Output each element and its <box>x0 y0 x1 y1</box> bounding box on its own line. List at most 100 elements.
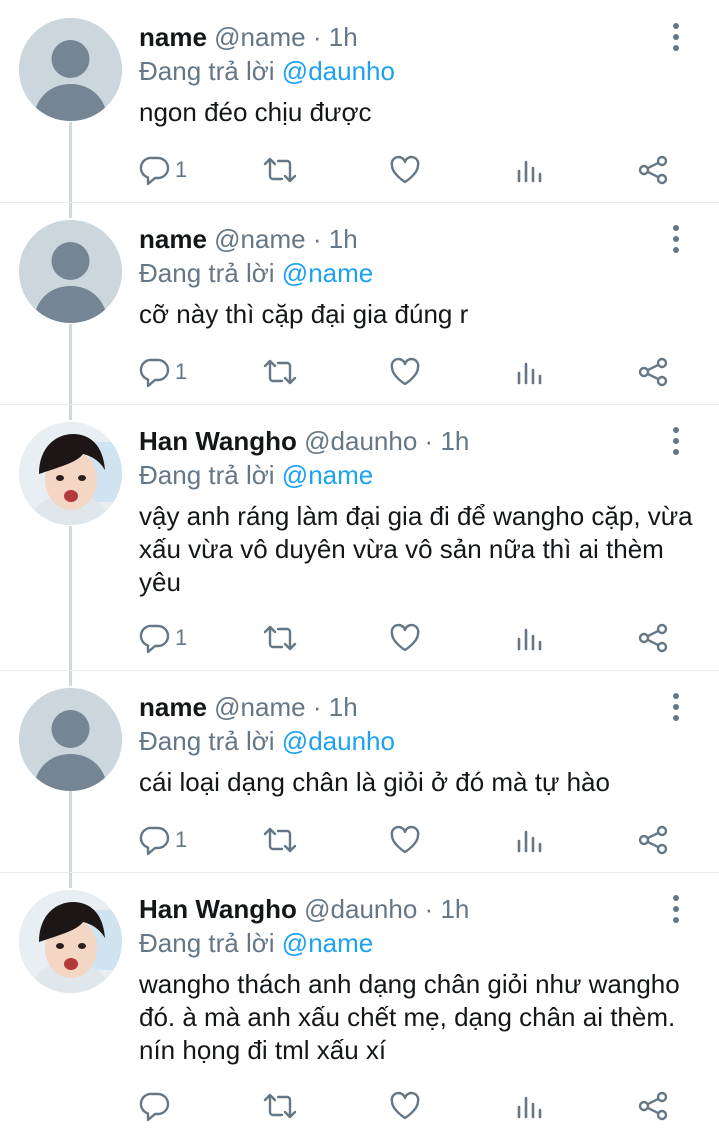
more-options-icon[interactable] <box>664 894 688 924</box>
action-bar: 1 <box>139 820 699 860</box>
display-name[interactable]: Han Wangho <box>139 894 297 924</box>
avatar[interactable] <box>19 688 122 791</box>
replying-to: Đang trả lời @name <box>139 926 373 960</box>
retweet-icon <box>261 824 299 856</box>
user-handle[interactable]: @daunho <box>304 894 417 924</box>
separator-dot: · <box>424 894 434 924</box>
avatar[interactable] <box>19 422 122 525</box>
more-options-icon[interactable] <box>664 426 688 456</box>
more-options-icon[interactable] <box>664 692 688 722</box>
analytics-button[interactable] <box>514 1086 546 1126</box>
reply-button[interactable]: 1 <box>139 352 187 392</box>
tweet[interactable]: name @name · 1h Đang trả lời @daunho ngo… <box>0 0 719 202</box>
timestamp[interactable]: 1h <box>440 426 469 456</box>
display-name[interactable]: Han Wangho <box>139 426 297 456</box>
timestamp[interactable]: 1h <box>329 692 358 722</box>
tweet-text: vậy anh ráng làm đại gia đi để wangho cặ… <box>139 501 693 597</box>
action-bar: 1 <box>139 352 699 392</box>
user-handle[interactable]: @name <box>214 224 305 254</box>
share-icon <box>637 356 669 388</box>
retweet-icon <box>261 1090 299 1122</box>
avatar[interactable] <box>19 890 122 993</box>
tweet[interactable]: name @name · 1h Đang trả lời @name cỡ nà… <box>0 202 719 404</box>
replying-prefix: Đang trả lời <box>139 258 275 288</box>
replying-to: Đang trả lời @name <box>139 256 373 290</box>
share-icon <box>637 824 669 856</box>
tweet-header: name @name · 1h <box>139 20 358 54</box>
analytics-icon <box>514 824 546 856</box>
analytics-button[interactable] <box>514 150 546 190</box>
tweet-header: name @name · 1h <box>139 690 358 724</box>
retweet-button[interactable] <box>261 1086 299 1126</box>
tweet[interactable]: Han Wangho @daunho · 1h Đang trả lời @na… <box>0 872 719 1144</box>
reply-button[interactable]: 1 <box>139 150 187 190</box>
comment-icon <box>139 356 171 388</box>
replying-prefix: Đang trả lời <box>139 726 275 756</box>
like-icon <box>389 1090 421 1122</box>
analytics-icon <box>514 154 546 186</box>
tweet[interactable]: name @name · 1h Đang trả lời @daunho cái… <box>0 670 719 872</box>
retweet-icon <box>261 154 299 186</box>
replying-prefix: Đang trả lời <box>139 56 275 86</box>
display-name[interactable]: name <box>139 224 207 254</box>
analytics-icon <box>514 1090 546 1122</box>
retweet-icon <box>261 356 299 388</box>
tweet-text: cái loại dạng chân là giỏi ở đó mà tự hà… <box>139 767 610 797</box>
tweet-text: wangho thách anh dạng chân giỏi như wang… <box>139 969 680 1065</box>
analytics-button[interactable] <box>514 618 546 658</box>
tweet-header: Han Wangho @daunho · 1h <box>139 424 469 458</box>
display-name[interactable]: name <box>139 692 207 722</box>
retweet-button[interactable] <box>261 352 299 392</box>
share-button[interactable] <box>637 150 669 190</box>
reply-count: 1 <box>175 157 188 182</box>
like-icon <box>389 622 421 654</box>
replying-prefix: Đang trả lời <box>139 460 275 490</box>
reply-button[interactable] <box>139 1086 171 1126</box>
avatar[interactable] <box>19 18 122 121</box>
comment-icon <box>139 1090 171 1122</box>
reply-button[interactable]: 1 <box>139 618 187 658</box>
separator-dot: · <box>312 224 322 254</box>
comment-icon <box>139 154 171 186</box>
display-name[interactable]: name <box>139 22 207 52</box>
like-button[interactable] <box>389 150 421 190</box>
share-icon <box>637 154 669 186</box>
like-button[interactable] <box>389 618 421 658</box>
mention-link[interactable]: @daunho <box>282 56 395 86</box>
share-button[interactable] <box>637 1086 669 1126</box>
timestamp[interactable]: 1h <box>440 894 469 924</box>
retweet-button[interactable] <box>261 618 299 658</box>
timestamp[interactable]: 1h <box>329 224 358 254</box>
mention-link[interactable]: @name <box>282 928 373 958</box>
analytics-button[interactable] <box>514 352 546 392</box>
mention-link[interactable]: @name <box>282 258 373 288</box>
replying-to: Đang trả lời @daunho <box>139 54 395 88</box>
more-options-icon[interactable] <box>664 224 688 254</box>
like-icon <box>389 356 421 388</box>
like-button[interactable] <box>389 820 421 860</box>
replying-prefix: Đang trả lời <box>139 928 275 958</box>
avatar[interactable] <box>19 220 122 323</box>
retweet-button[interactable] <box>261 820 299 860</box>
share-button[interactable] <box>637 618 669 658</box>
tweet[interactable]: Han Wangho @daunho · 1h Đang trả lời @na… <box>0 404 719 670</box>
mention-link[interactable]: @daunho <box>282 726 395 756</box>
analytics-button[interactable] <box>514 820 546 860</box>
mention-link[interactable]: @name <box>282 460 373 490</box>
retweet-button[interactable] <box>261 150 299 190</box>
share-button[interactable] <box>637 820 669 860</box>
like-button[interactable] <box>389 352 421 392</box>
tweet-header: Han Wangho @daunho · 1h <box>139 892 469 926</box>
share-button[interactable] <box>637 352 669 392</box>
timestamp[interactable]: 1h <box>329 22 358 52</box>
more-options-icon[interactable] <box>664 22 688 52</box>
user-handle[interactable]: @daunho <box>304 426 417 456</box>
like-button[interactable] <box>389 1086 421 1126</box>
reply-button[interactable]: 1 <box>139 820 187 860</box>
user-handle[interactable]: @name <box>214 692 305 722</box>
user-handle[interactable]: @name <box>214 22 305 52</box>
share-icon <box>637 1090 669 1122</box>
reply-count: 1 <box>175 827 188 852</box>
action-bar: 1 <box>139 150 699 190</box>
reply-count: 1 <box>175 359 188 384</box>
